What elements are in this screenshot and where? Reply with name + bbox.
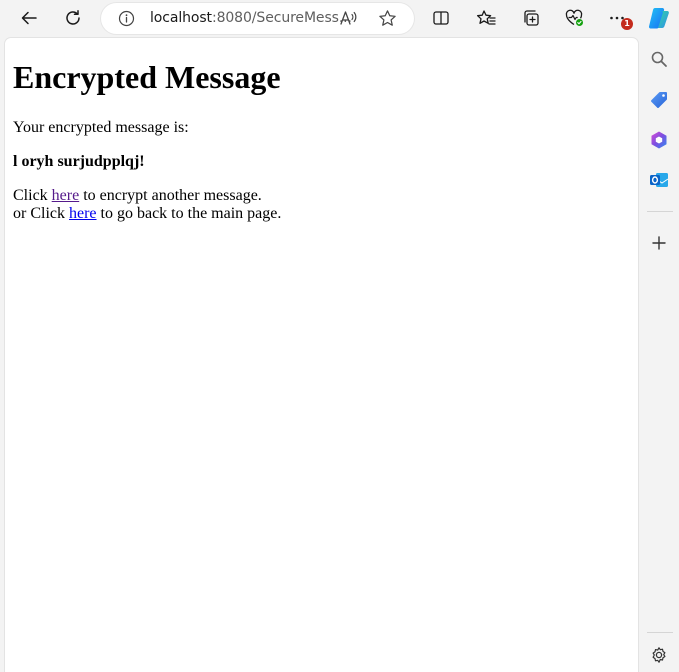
split-screen-icon[interactable] [427, 4, 455, 32]
add-icon[interactable] [648, 232, 670, 254]
back-icon[interactable] [15, 4, 43, 32]
browser-toolbar: localhost:8080/SecureMess... 1 [0, 0, 679, 36]
page-content: Encrypted Message Your encrypted message… [5, 59, 638, 223]
encrypted-message: l oryh surjudpplqj! [13, 153, 145, 170]
web-page-viewport: Encrypted Message Your encrypted message… [5, 38, 638, 672]
notification-badge: 1 [621, 18, 633, 30]
url-path: :8080/SecureMess... [211, 10, 352, 26]
refresh-icon[interactable] [59, 4, 87, 32]
line2-prefix: or Click [13, 205, 69, 222]
url-text[interactable]: localhost:8080/SecureMess... [150, 10, 352, 27]
encrypt-another-link[interactable]: here [52, 187, 80, 204]
office-icon[interactable] [648, 129, 670, 151]
sidebar-divider [647, 211, 673, 212]
url-host: localhost [150, 10, 212, 26]
page-heading: Encrypted Message [13, 59, 281, 95]
intro-text: Your encrypted message is: [13, 119, 189, 136]
outlook-icon[interactable] [648, 169, 670, 191]
collections-icon[interactable] [517, 4, 545, 32]
links-paragraph: Click here to encrypt another message. o… [13, 187, 630, 223]
favorite-star-icon[interactable] [378, 9, 397, 32]
read-aloud-icon[interactable] [339, 9, 359, 31]
info-icon[interactable] [118, 10, 135, 31]
edge-sidebar [640, 38, 679, 672]
sidebar-divider-bottom [647, 632, 673, 633]
favorites-icon[interactable] [472, 4, 500, 32]
copilot-icon[interactable] [645, 4, 673, 32]
line1-prefix: Click [13, 187, 52, 204]
search-icon[interactable] [648, 48, 670, 70]
address-bar[interactable]: localhost:8080/SecureMess... [101, 3, 414, 34]
browser-essentials-icon[interactable] [560, 4, 588, 32]
main-page-link[interactable]: here [69, 205, 97, 222]
line1-suffix: to encrypt another message. [79, 187, 262, 204]
shopping-tag-icon[interactable] [648, 89, 670, 111]
settings-icon[interactable] [648, 644, 670, 666]
line2-suffix: to go back to the main page. [96, 205, 282, 222]
